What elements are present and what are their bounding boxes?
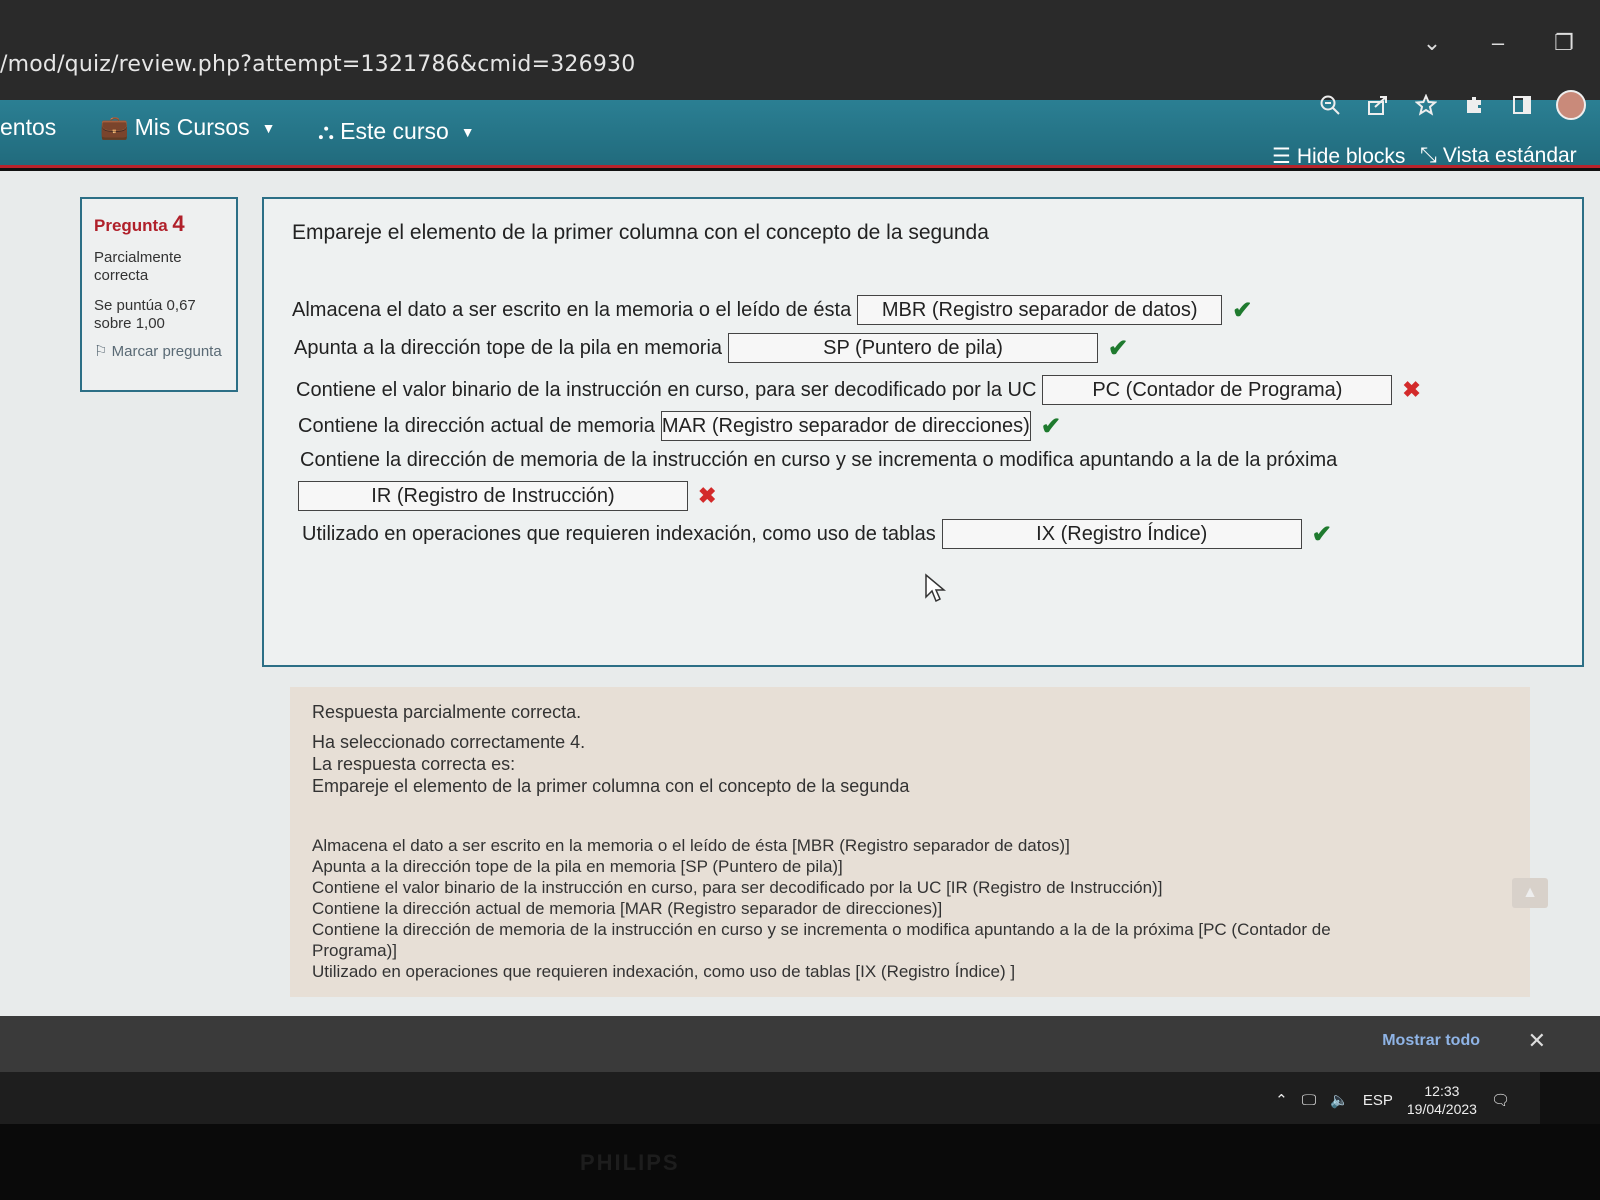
flag-label: Marcar pregunta	[111, 343, 222, 360]
check-icon: ✔	[1311, 520, 1332, 548]
match-select[interactable]: IX (Registro Índice)	[941, 519, 1302, 549]
match-stem: Utilizado en operaciones que requieren i…	[302, 522, 936, 545]
volume-icon[interactable]: 🔈	[1330, 1091, 1349, 1109]
feedback-answer: Contiene el valor binario de la instrucc…	[312, 878, 1163, 897]
windows-taskbar: ⌃ 🖵 🔈 ESP 12:33 19/04/2023 🗨	[0, 1072, 1540, 1124]
caret-down-icon: ▼	[460, 123, 475, 140]
hide-blocks-link[interactable]: ☰ Hide blocks	[1272, 144, 1405, 169]
zoom-icon[interactable]	[1316, 91, 1344, 119]
vista-estandar-link[interactable]: ⤡ Vista estándar	[1420, 144, 1577, 168]
extensions-icon[interactable]	[1460, 91, 1488, 119]
close-icon[interactable]: ✕	[1528, 1028, 1546, 1054]
compress-icon: ⤡	[1420, 144, 1437, 167]
match-row: Contiene la dirección de memoria de la i…	[300, 449, 1337, 472]
feedback-summary: Respuesta parcialmente correcta.	[312, 702, 582, 722]
clock[interactable]: 12:33 19/04/2023	[1407, 1082, 1477, 1118]
monitor-brand: PHILIPS	[580, 1150, 680, 1175]
match-stem: Contiene el valor binario de la instrucc…	[296, 378, 1037, 401]
match-row: Almacena el dato a ser escrito en la mem…	[292, 295, 1252, 325]
scroll-to-top-button[interactable]: ▲	[1512, 878, 1548, 908]
sitemap-icon: ⛬	[318, 118, 335, 144]
nav-item-partial[interactable]: entos	[0, 114, 56, 141]
check-icon: ✔	[1232, 296, 1253, 324]
window-controls: ⌄ – ❐	[1420, 30, 1576, 56]
caret-down-icon: ▼	[261, 119, 276, 136]
language-indicator[interactable]: ESP	[1363, 1092, 1393, 1109]
network-icon[interactable]: 🖵	[1302, 1092, 1316, 1109]
match-row: Apunta a la dirección tope de la pila en…	[294, 333, 1128, 363]
match-select[interactable]: SP (Puntero de pila)	[728, 333, 1099, 363]
briefcase-icon: 💼	[100, 114, 129, 140]
check-icon: ✔	[1108, 334, 1129, 362]
cross-icon: ✖	[698, 483, 717, 508]
list-icon: ☰	[1272, 145, 1291, 168]
question-label: Pregunta	[94, 216, 168, 235]
hide-blocks-label: Hide blocks	[1296, 144, 1406, 168]
feedback-answer: Apunta a la dirección tope de la pila en…	[312, 857, 843, 876]
address-bar[interactable]: /mod/quiz/review.php?attempt=1321786&cmi…	[0, 52, 635, 77]
share-icon[interactable]	[1364, 91, 1392, 119]
system-tray: ⌃ 🖵 🔈 ESP 12:33 19/04/2023 🗨	[1275, 1082, 1510, 1118]
minimize-icon[interactable]: –	[1486, 30, 1510, 56]
sidebar-icon[interactable]	[1508, 91, 1536, 119]
nav-item-label: Este curso	[340, 118, 449, 144]
browser-chrome: /mod/quiz/review.php?attempt=1321786&cmi…	[0, 0, 1600, 100]
restore-icon[interactable]: ❐	[1552, 30, 1576, 56]
notifications-icon[interactable]: 🗨	[1491, 1091, 1510, 1109]
monitor-bezel: PHILIPS	[0, 1124, 1600, 1200]
question-number: Pregunta 4	[94, 211, 224, 237]
quiz-review-page: Pregunta 4 Parcialmente correcta Se punt…	[0, 171, 1600, 1016]
vista-estandar-label: Vista estándar	[1442, 144, 1577, 167]
question-text: Empareje el elemento de la primer column…	[292, 221, 989, 244]
chevron-down-icon[interactable]: ⌄	[1420, 30, 1444, 56]
screen: /mod/quiz/review.php?attempt=1321786&cmi…	[0, 0, 1600, 1200]
match-select[interactable]: MAR (Registro separador de direcciones)	[660, 411, 1031, 441]
feedback-panel: Respuesta parcialmente correcta. Ha sele…	[290, 687, 1530, 997]
feedback-answer: Utilizado en operaciones que requieren i…	[312, 962, 1016, 981]
question-number-value: 4	[172, 211, 185, 236]
clock-date: 19/04/2023	[1406, 1101, 1477, 1117]
mouse-cursor-icon	[924, 573, 947, 608]
feedback-answer-list: Almacena el dato a ser escrito en la mem…	[312, 835, 1508, 982]
nav-item-este-curso[interactable]: ⛬ Este curso ▼	[318, 118, 475, 145]
feedback-answer: Programa)]	[312, 941, 398, 960]
match-stem: Almacena el dato a ser escrito en la mem…	[292, 298, 852, 321]
flag-icon: ⚐	[94, 343, 108, 360]
flag-question-link[interactable]: ⚐ Marcar pregunta	[94, 343, 224, 361]
download-bar: Mostrar todo ✕	[0, 1016, 1600, 1072]
nav-item-label: entos	[0, 114, 57, 140]
chevron-up-icon[interactable]: ⌃	[1275, 1091, 1288, 1109]
question-grade: Se puntúa 0,67 sobre 1,00	[94, 297, 196, 332]
clock-time: 12:33	[1424, 1083, 1460, 1099]
feedback-question-text: Empareje el elemento de la primer column…	[312, 776, 910, 796]
feedback-correct-count: Ha seleccionado correctamente 4.	[312, 732, 586, 752]
feedback-answer: Contiene la dirección actual de memoria …	[312, 899, 943, 918]
match-select[interactable]: MBR (Registro separador de datos)	[857, 295, 1223, 325]
match-row: Contiene la dirección actual de memoria …	[298, 411, 1061, 441]
match-stem: Contiene la dirección de memoria de la i…	[300, 449, 1338, 471]
feedback-answer: Almacena el dato a ser escrito en la mem…	[312, 836, 1070, 855]
check-icon: ✔	[1040, 412, 1061, 440]
profile-avatar[interactable]	[1556, 90, 1586, 120]
question-info-block: Pregunta 4 Parcialmente correcta Se punt…	[80, 197, 238, 392]
match-stem: Apunta a la dirección tope de la pila en…	[294, 336, 723, 359]
browser-toolbar	[1316, 90, 1586, 120]
nav-item-mis-cursos[interactable]: 💼 Mis Cursos ▼	[100, 114, 276, 141]
question-state: Parcialmente correcta	[94, 249, 182, 284]
match-select[interactable]: PC (Contador de Programa)	[1042, 375, 1393, 405]
nav-item-label: Mis Cursos	[134, 114, 250, 140]
match-stem: Contiene la dirección actual de memoria	[298, 414, 655, 437]
match-row-select: IR (Registro de Instrucción) ✖	[298, 481, 716, 511]
match-row: Utilizado en operaciones que requieren i…	[302, 519, 1332, 549]
cross-icon: ✖	[1402, 377, 1421, 402]
question-content: Empareje el elemento de la primer column…	[262, 197, 1584, 667]
show-all-downloads-link[interactable]: Mostrar todo	[1382, 1032, 1480, 1050]
match-select[interactable]: IR (Registro de Instrucción)	[298, 481, 688, 511]
match-row: Contiene el valor binario de la instrucc…	[296, 375, 1421, 405]
feedback-answer: Contiene la dirección de memoria de la i…	[312, 920, 1331, 939]
star-icon[interactable]	[1412, 91, 1440, 119]
feedback-correct-answer-label: La respuesta correcta es:	[312, 754, 516, 774]
